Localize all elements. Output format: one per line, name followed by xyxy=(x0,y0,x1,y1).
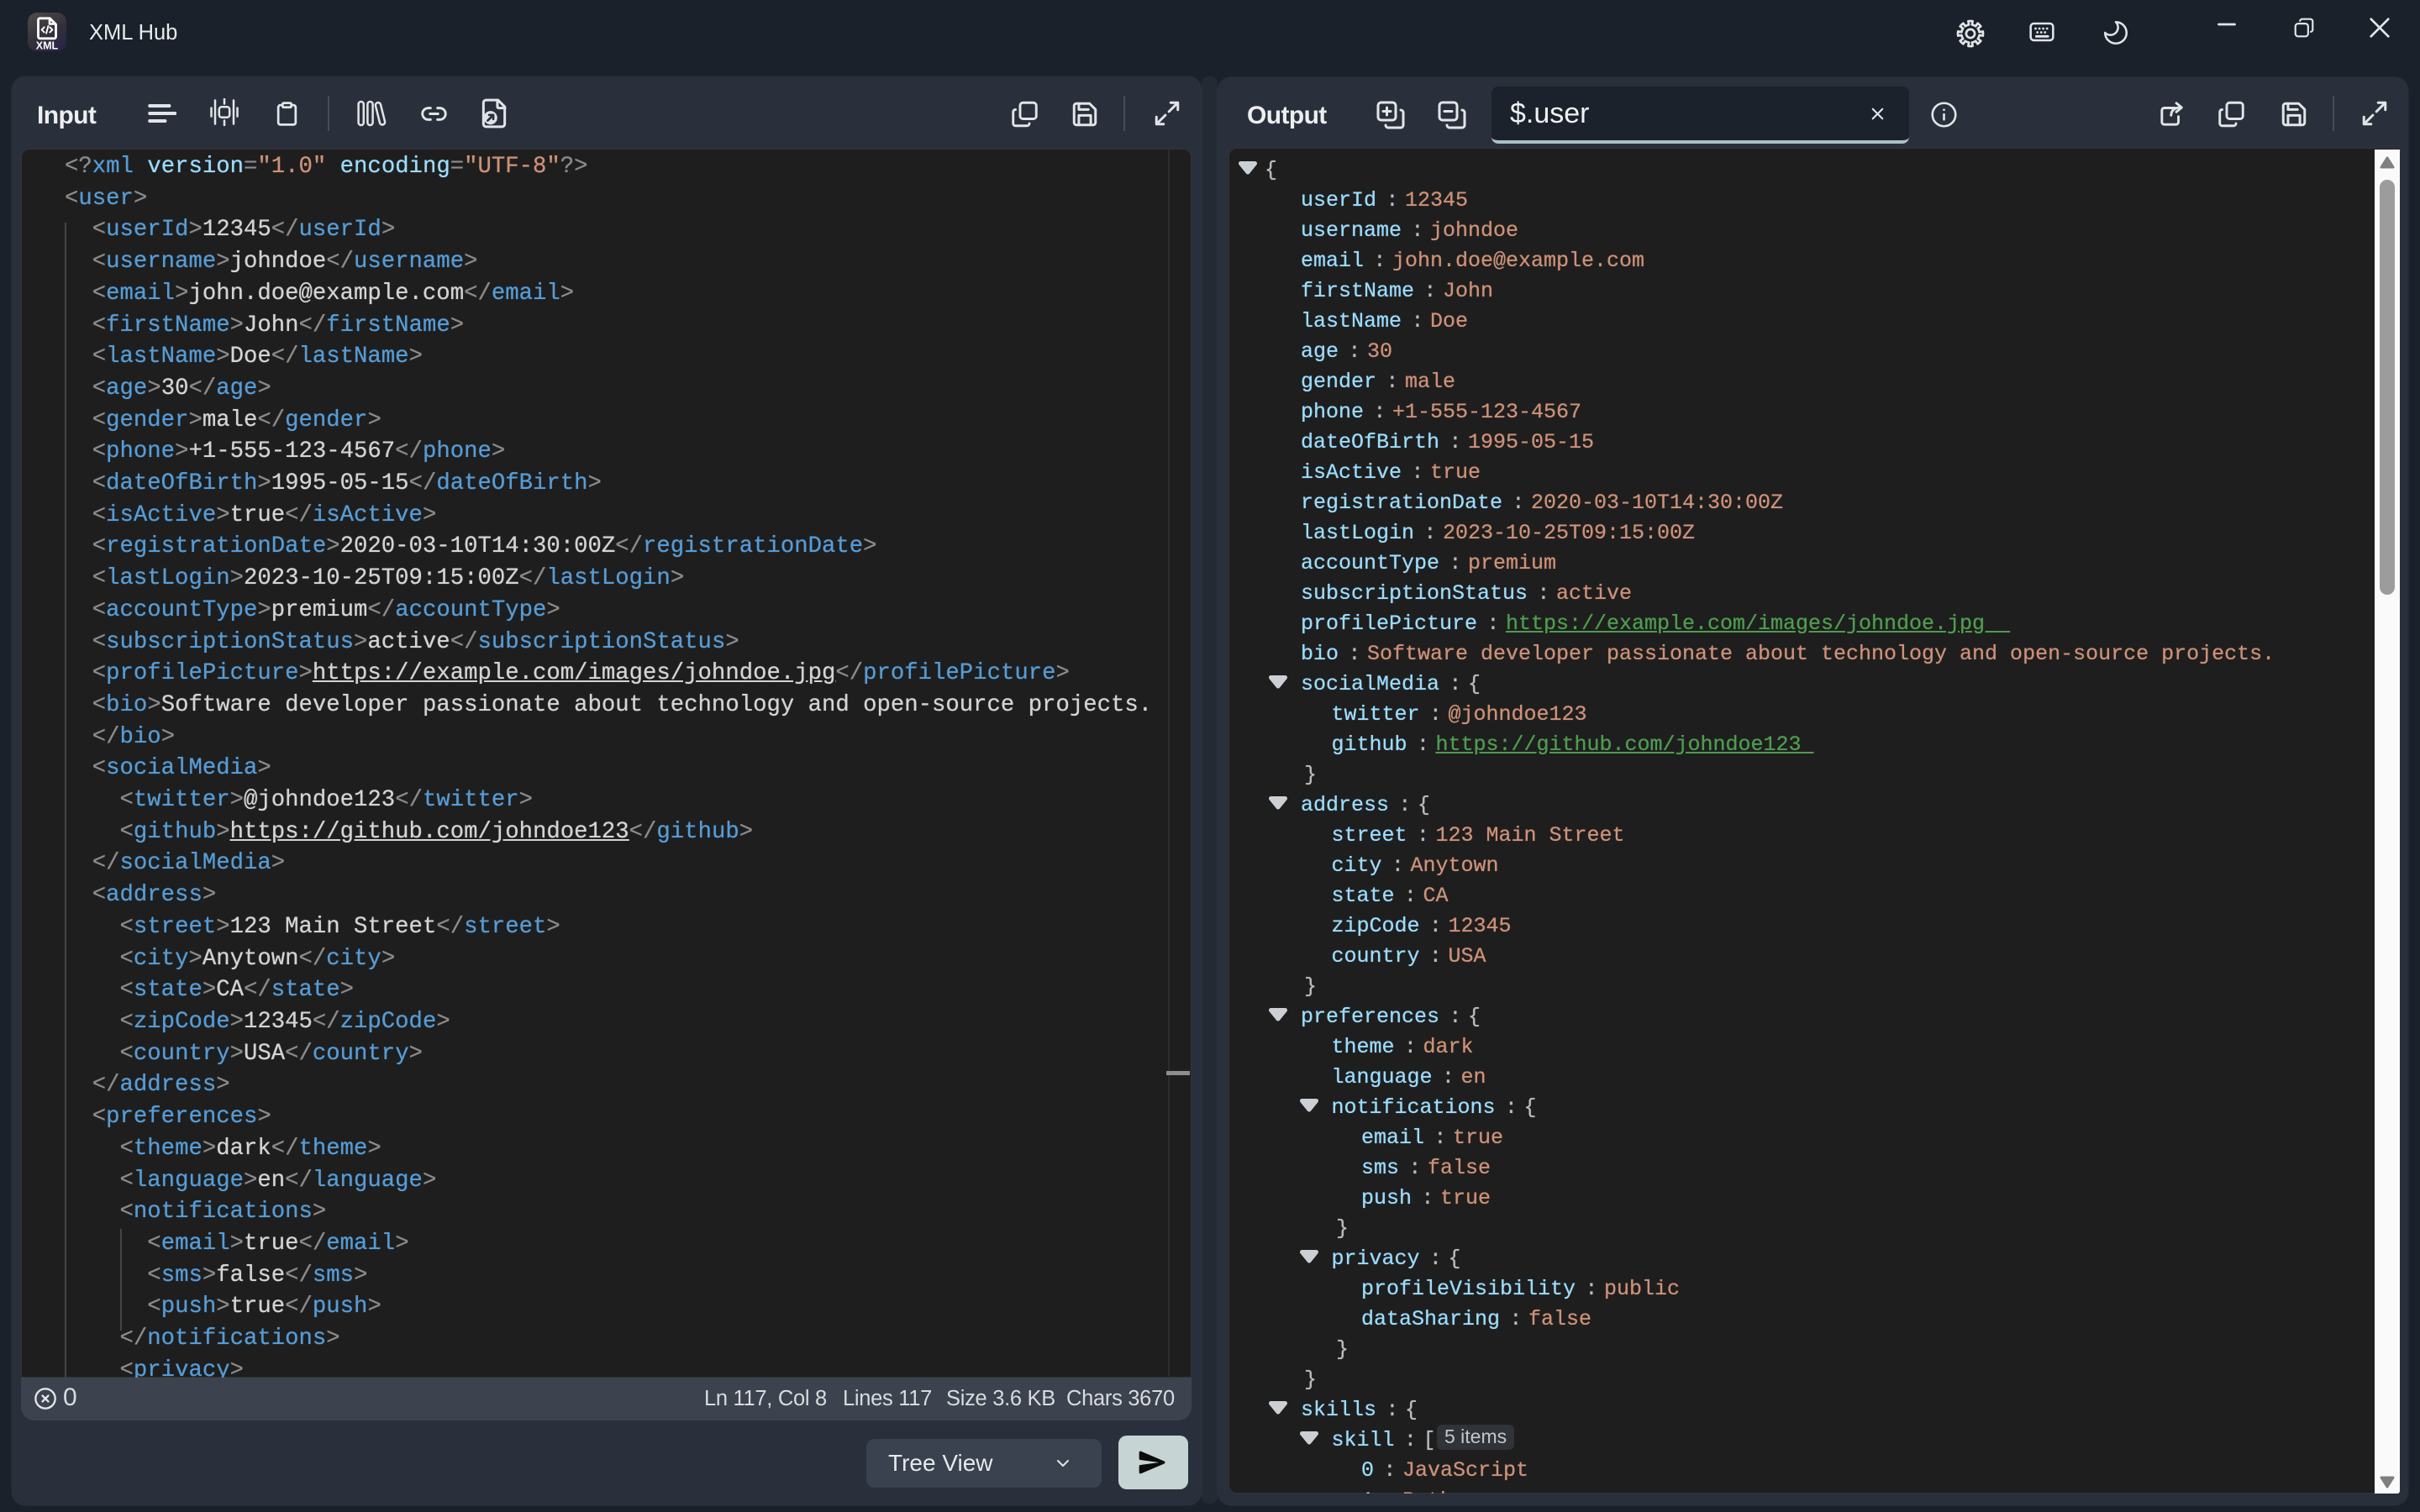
svg-text:XML: XML xyxy=(36,40,59,52)
